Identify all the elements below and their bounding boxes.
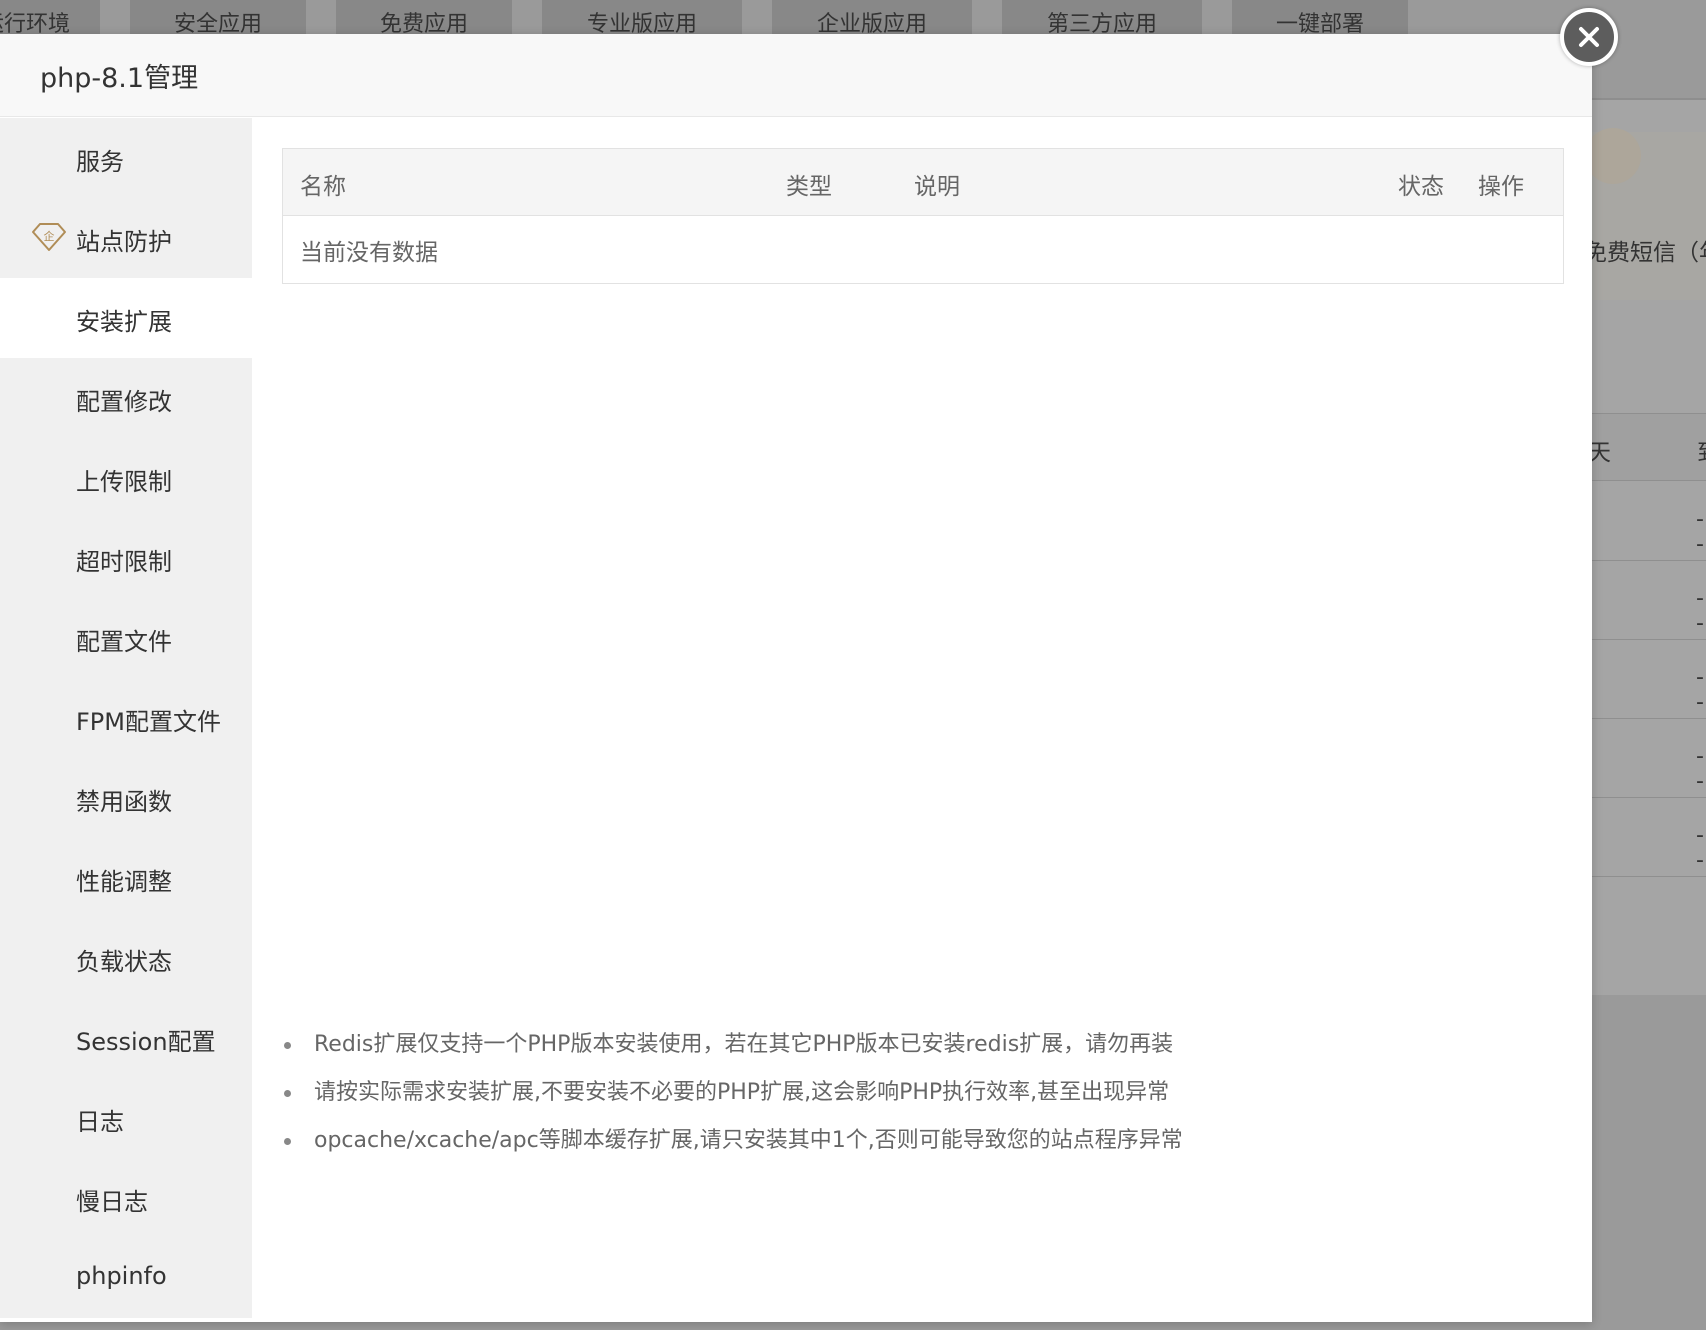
table-empty-message: 当前没有数据 — [300, 240, 438, 266]
bg-tab-security-apps[interactable]: 安全应用 — [130, 0, 306, 34]
background-table-cell: -- — [1696, 744, 1704, 794]
close-dialog-button[interactable] — [1560, 8, 1618, 66]
bullet-icon — [284, 1042, 291, 1049]
list-item: Redis扩展仅支持一个PHP版本安装使用，若在其它PHP版本已安装redis扩… — [282, 1021, 1572, 1069]
extensions-table-header: 名称 类型 说明 状态 操作 — [283, 149, 1563, 216]
sidebar-item-label: 超时限制 — [76, 548, 172, 576]
php-manager-dialog: php-8.1管理 服务 企 站点防护 安装扩展 配置修改 上传限制 超时限制 — [0, 34, 1592, 1322]
sidebar-item-label: Session配置 — [76, 1028, 216, 1056]
extensions-table: 名称 类型 说明 状态 操作 当前没有数据 — [282, 148, 1564, 284]
column-header-type: 类型 — [786, 174, 832, 200]
dialog-title: php-8.1管理 — [40, 63, 199, 94]
sidebar-item-label: 上传限制 — [76, 468, 172, 496]
dialog-sidebar: 服务 企 站点防护 安装扩展 配置修改 上传限制 超时限制 配置文件 FPM配置… — [0, 118, 252, 1318]
sidebar-item-phpinfo[interactable]: phpinfo — [0, 1238, 252, 1318]
sidebar-item-disabled-functions[interactable]: 禁用函数 — [0, 758, 252, 838]
background-table-row — [1592, 719, 1706, 798]
column-header-description: 说明 — [914, 174, 960, 200]
sidebar-item-install-extensions[interactable]: 安装扩展 — [0, 278, 252, 358]
list-item: 请按实际需求安装扩展,不要安装不必要的PHP扩展,这会影响PHP执行效率,甚至出… — [282, 1069, 1572, 1117]
sidebar-item-label: 日志 — [76, 1108, 124, 1136]
background-table-row — [1592, 640, 1706, 719]
sidebar-item-label: 慢日志 — [76, 1188, 148, 1216]
bg-tab-enterprise-apps[interactable]: 企业版应用 — [772, 0, 972, 34]
sidebar-item-config-edit[interactable]: 配置修改 — [0, 358, 252, 438]
sidebar-item-label: FPM配置文件 — [76, 708, 221, 736]
sidebar-item-session-config[interactable]: Session配置 — [0, 998, 252, 1078]
note-text: Redis扩展仅支持一个PHP版本安装使用，若在其它PHP版本已安装redis扩… — [314, 1032, 1174, 1057]
enterprise-diamond-icon: 企 — [31, 222, 67, 256]
sidebar-item-fpm-config-file[interactable]: FPM配置文件 — [0, 678, 252, 758]
note-text: 请按实际需求安装扩展,不要安装不必要的PHP扩展,这会影响PHP执行效率,甚至出… — [314, 1080, 1170, 1105]
dialog-header: php-8.1管理 — [0, 34, 1592, 117]
close-icon — [1579, 27, 1599, 47]
extension-notes-list: Redis扩展仅支持一个PHP版本安装使用，若在其它PHP版本已安装redis扩… — [282, 1021, 1572, 1165]
sidebar-item-label: 性能调整 — [76, 868, 172, 896]
column-header-status: 状态 — [1398, 174, 1444, 200]
background-table-header-cell: 到 — [1697, 433, 1706, 467]
sidebar-item-performance-tuning[interactable]: 性能调整 — [0, 838, 252, 918]
bullet-icon — [284, 1138, 291, 1145]
sidebar-item-logs[interactable]: 日志 — [0, 1078, 252, 1158]
sidebar-item-label: 安装扩展 — [76, 308, 172, 336]
sidebar-item-load-status[interactable]: 负载状态 — [0, 918, 252, 998]
background-tab-bar: 运行环境 安全应用 免费应用 专业版应用 企业版应用 第三方应用 一键部署 — [0, 0, 1706, 34]
sidebar-item-label: 负载状态 — [76, 948, 172, 976]
dialog-content: 名称 类型 说明 状态 操作 当前没有数据 Redis扩展仅支持一个PHP版本安… — [252, 118, 1592, 1318]
column-header-name: 名称 — [300, 174, 346, 200]
background-table-cell: -- — [1696, 823, 1704, 873]
background-table-cell: -- — [1696, 665, 1704, 715]
background-table-row — [1592, 561, 1706, 640]
bg-tab-third-party-apps[interactable]: 第三方应用 — [1002, 0, 1202, 34]
background-promo-text: 免费短信（年付 — [1584, 240, 1706, 266]
sidebar-item-label: 禁用函数 — [76, 788, 172, 816]
sidebar-item-timeout-limit[interactable]: 超时限制 — [0, 518, 252, 598]
background-table-cell: -- — [1696, 507, 1704, 557]
sidebar-item-label: 服务 — [76, 148, 124, 176]
background-table-cell: -- — [1696, 586, 1704, 636]
background-table-row — [1592, 798, 1706, 877]
bg-tab-runtime[interactable]: 运行环境 — [0, 0, 100, 34]
column-header-actions: 操作 — [1478, 174, 1524, 200]
sidebar-item-site-protection[interactable]: 企 站点防护 — [0, 198, 252, 278]
background-table-row — [1592, 482, 1706, 561]
list-item: opcache/xcache/apc等脚本缓存扩展,请只安装其中1个,否则可能导… — [282, 1117, 1572, 1165]
sidebar-item-service[interactable]: 服务 — [0, 118, 252, 198]
sidebar-item-label: phpinfo — [76, 1262, 167, 1290]
note-text: opcache/xcache/apc等脚本缓存扩展,请只安装其中1个,否则可能导… — [314, 1128, 1183, 1153]
sidebar-item-upload-limit[interactable]: 上传限制 — [0, 438, 252, 518]
bullet-icon — [284, 1090, 291, 1097]
sidebar-item-label: 站点防护 — [76, 228, 172, 256]
sidebar-item-slow-logs[interactable]: 慢日志 — [0, 1158, 252, 1238]
sidebar-item-config-file[interactable]: 配置文件 — [0, 598, 252, 678]
sidebar-item-label: 配置修改 — [76, 388, 172, 416]
bg-tab-one-click-deploy[interactable]: 一键部署 — [1232, 0, 1408, 34]
bg-tab-free-apps[interactable]: 免费应用 — [336, 0, 512, 34]
bg-tab-pro-apps[interactable]: 专业版应用 — [542, 0, 742, 34]
background-promo-icon — [1585, 128, 1641, 184]
svg-text:企: 企 — [44, 229, 55, 243]
sidebar-item-label: 配置文件 — [76, 628, 172, 656]
